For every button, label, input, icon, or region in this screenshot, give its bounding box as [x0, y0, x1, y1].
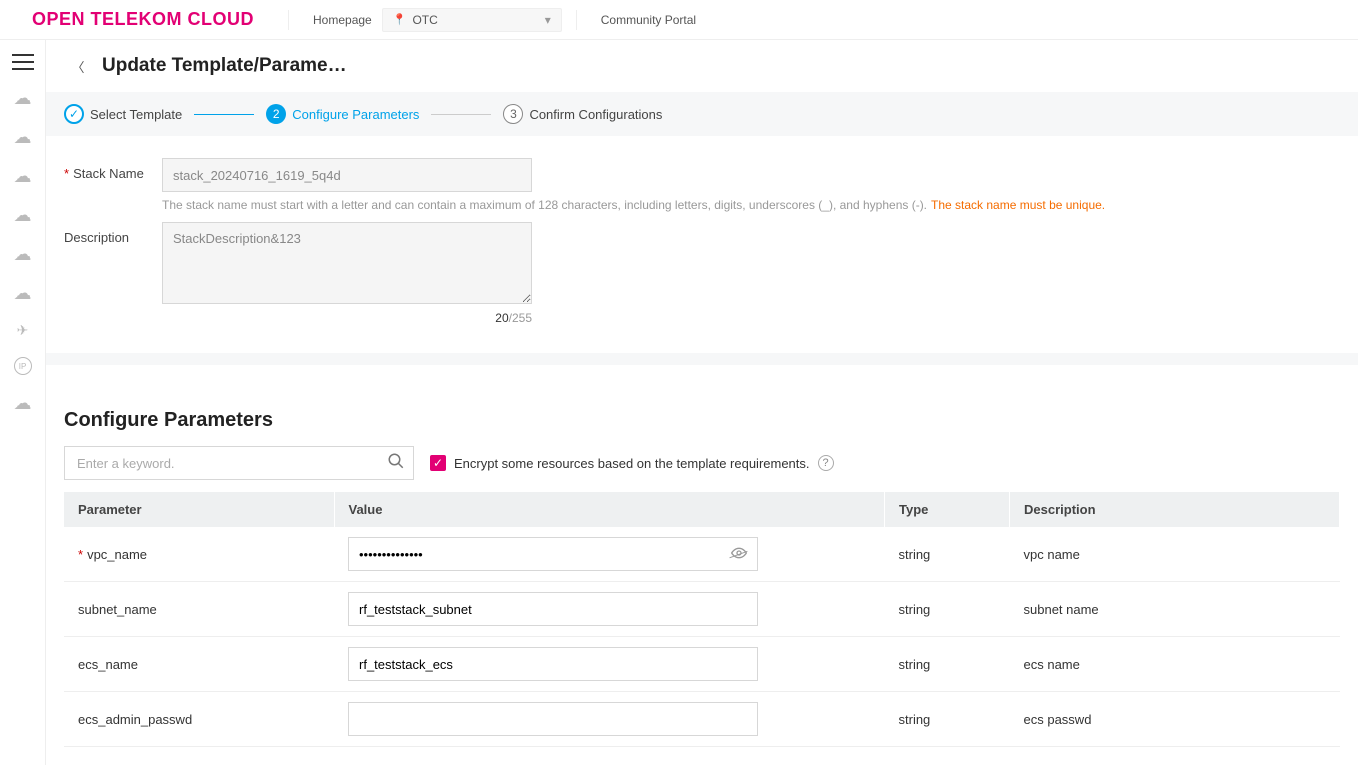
step-2-label: Configure Parameters — [292, 107, 419, 122]
cell-desc: ecs passwd — [1010, 692, 1340, 747]
value-input[interactable] — [359, 547, 723, 562]
stack-name-hint: The stack name must start with a letter … — [162, 198, 927, 212]
cell-value — [334, 692, 885, 747]
description-textarea[interactable] — [162, 222, 532, 304]
value-input-wrapper[interactable] — [348, 702, 758, 736]
step-2-badge: 2 — [266, 104, 286, 124]
param-name: ecs_admin_passwd — [78, 712, 192, 727]
value-input[interactable] — [359, 712, 747, 727]
search-input[interactable] — [77, 456, 387, 471]
sidebar-icon-3[interactable]: ☁ — [14, 166, 32, 187]
sidebar-icon-6[interactable]: ☁ — [14, 283, 32, 304]
cell-type: string — [885, 692, 1010, 747]
step-1[interactable]: ✓ Select Template — [64, 104, 182, 124]
step-line — [431, 114, 491, 115]
sidebar-icon-2[interactable]: ☁ — [14, 127, 32, 148]
chevron-down-icon: ▾ — [545, 13, 551, 27]
sidebar-icon-4[interactable]: ☁ — [14, 205, 32, 226]
table-row: subnet_name stringsubnet name — [64, 582, 1340, 637]
cell-value — [334, 527, 885, 582]
section-title: Configure Parameters — [64, 409, 1340, 432]
param-name: subnet_name — [78, 602, 157, 617]
divider — [576, 10, 577, 30]
step-3-label: Confirm Configurations — [529, 107, 662, 122]
stepper: ✓ Select Template 2 Configure Parameters… — [46, 92, 1358, 136]
step-1-label: Select Template — [90, 107, 182, 122]
sidebar-icon-1[interactable]: ☁ — [14, 88, 32, 109]
left-rail: ☁ ☁ ☁ ☁ ☁ ☁ ✈ IP ☁ — [0, 40, 46, 765]
spacer-band — [46, 353, 1358, 365]
value-input-wrapper[interactable] — [348, 537, 758, 571]
region-selector[interactable]: 📍 OTC ▾ — [382, 8, 562, 32]
help-icon[interactable]: ? — [818, 455, 834, 471]
sidebar-icon-ip[interactable]: IP — [14, 357, 32, 375]
nav-community[interactable]: Community Portal — [601, 13, 696, 27]
param-name: ecs_name — [78, 657, 138, 672]
th-desc: Description — [1010, 492, 1340, 527]
check-icon: ✓ — [64, 104, 84, 124]
sidebar-icon-send[interactable]: ✈ — [17, 322, 29, 339]
table-row: ecs_admin_passwd stringecs passwd — [64, 692, 1340, 747]
step-line — [194, 114, 254, 115]
sidebar-icon-5[interactable]: ☁ — [14, 244, 32, 265]
required-icon: * — [78, 547, 83, 562]
parameters-card: Configure Parameters ✓ Encrypt some reso… — [46, 365, 1358, 765]
cell-parameter: ecs_admin_passwd — [64, 692, 334, 747]
step-2[interactable]: 2 Configure Parameters — [266, 104, 419, 124]
back-button[interactable]: 〈 — [66, 54, 90, 78]
required-icon: * — [64, 166, 69, 181]
stack-card: *Stack Name The stack name must start wi… — [46, 136, 1358, 353]
th-type: Type — [885, 492, 1010, 527]
parameters-table: Parameter Value Type Description * vpc_na… — [64, 492, 1340, 747]
cell-value — [334, 637, 885, 692]
cell-parameter: ecs_name — [64, 637, 334, 692]
cell-desc: vpc name — [1010, 527, 1340, 582]
cell-parameter: * vpc_name — [64, 527, 334, 582]
encrypt-checkbox[interactable]: ✓ — [430, 455, 446, 471]
hamburger-icon[interactable] — [12, 54, 34, 70]
cell-type: string — [885, 527, 1010, 582]
main-content: 〈 Update Template/Parame… ✓ Select Templ… — [46, 40, 1358, 765]
stack-name-input[interactable] — [162, 158, 532, 192]
top-header: OPEN TELEKOM CLOUD Homepage 📍 OTC ▾ Comm… — [0, 0, 1358, 40]
cell-parameter: subnet_name — [64, 582, 334, 637]
param-name: vpc_name — [87, 547, 147, 562]
brand-logo[interactable]: OPEN TELEKOM CLOUD — [32, 9, 254, 30]
pin-icon: 📍 — [393, 13, 407, 26]
cell-type: string — [885, 637, 1010, 692]
nav-homepage[interactable]: Homepage — [313, 13, 372, 27]
description-counter: 20/255 — [162, 311, 532, 325]
eye-off-icon[interactable] — [731, 545, 747, 564]
cell-desc: subnet name — [1010, 582, 1340, 637]
table-row: * vpc_name stringvpc name — [64, 527, 1340, 582]
stack-name-hint-warn: The stack name must be unique. — [931, 198, 1105, 212]
cell-type: string — [885, 582, 1010, 637]
description-label: Description — [64, 222, 162, 245]
keyword-search[interactable] — [64, 446, 414, 480]
cell-value — [334, 582, 885, 637]
value-input-wrapper[interactable] — [348, 592, 758, 626]
region-label: OTC — [412, 13, 437, 27]
page-title: Update Template/Parame… — [102, 55, 347, 77]
th-value: Value — [334, 492, 885, 527]
step-3-badge: 3 — [503, 104, 523, 124]
value-input-wrapper[interactable] — [348, 647, 758, 681]
encrypt-label: Encrypt some resources based on the temp… — [454, 456, 810, 471]
value-input[interactable] — [359, 602, 747, 617]
stack-name-label: *Stack Name — [64, 158, 162, 181]
step-3[interactable]: 3 Confirm Configurations — [503, 104, 662, 124]
divider — [288, 10, 289, 30]
table-row: ecs_name stringecs name — [64, 637, 1340, 692]
th-parameter: Parameter — [64, 492, 334, 527]
sidebar-icon-7[interactable]: ☁ — [14, 393, 32, 414]
value-input[interactable] — [359, 657, 747, 672]
cell-desc: ecs name — [1010, 637, 1340, 692]
search-icon[interactable] — [387, 452, 405, 475]
